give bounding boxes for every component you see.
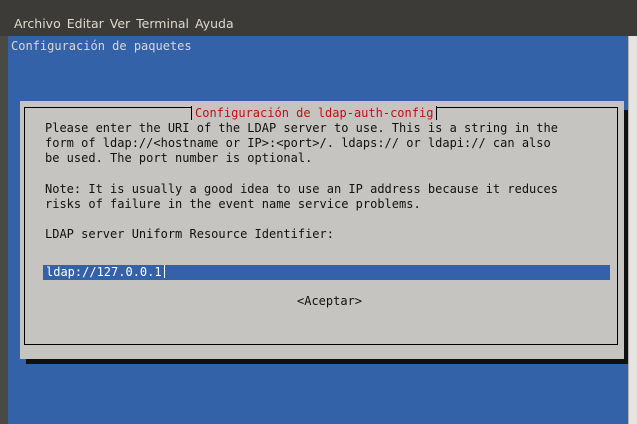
config-dialog: Configuración de ldap-auth-config Please… (20, 101, 624, 359)
message-line: Note: It is usually a good idea to use a… (45, 181, 558, 196)
menu-ver[interactable]: Ver (110, 16, 130, 31)
ldap-uri-input[interactable]: ldap://127.0.0.1 (43, 265, 610, 280)
message-line: be used. The port number is optional. (45, 151, 313, 166)
text-cursor (163, 265, 165, 278)
menu-items: Archivo Editar Ver Terminal Ayuda (14, 16, 240, 31)
message-line: risks of failure in the event name servi… (45, 196, 421, 211)
menu-editar[interactable]: Editar (67, 16, 104, 31)
message-line: Please enter the URI of the LDAP server … (45, 121, 558, 135)
dialog-title: Configuración de ldap-auth-config (191, 106, 438, 120)
terminal-area: Configuración de paquetes Configuración … (8, 36, 631, 424)
window-scrollbar[interactable] (628, 36, 637, 424)
menu-terminal[interactable]: Terminal (136, 16, 189, 31)
accept-button[interactable]: <Aceptar> (297, 294, 362, 308)
menu-bar: Archivo Editar Ver Terminal Ayuda (0, 0, 637, 36)
message-line: form of ldap://<hostname or IP>:<port>/.… (45, 136, 551, 151)
prompt-label: LDAP server Uniform Resource Identifier: (45, 227, 334, 242)
ldap-uri-value: ldap://127.0.0.1 (46, 265, 162, 279)
menu-archivo[interactable]: Archivo (14, 16, 61, 31)
menu-ayuda[interactable]: Ayuda (195, 16, 234, 31)
dialog-message: Please enter the URI of the LDAP server … (45, 121, 615, 242)
terminal-title: Configuración de paquetes (11, 39, 192, 53)
